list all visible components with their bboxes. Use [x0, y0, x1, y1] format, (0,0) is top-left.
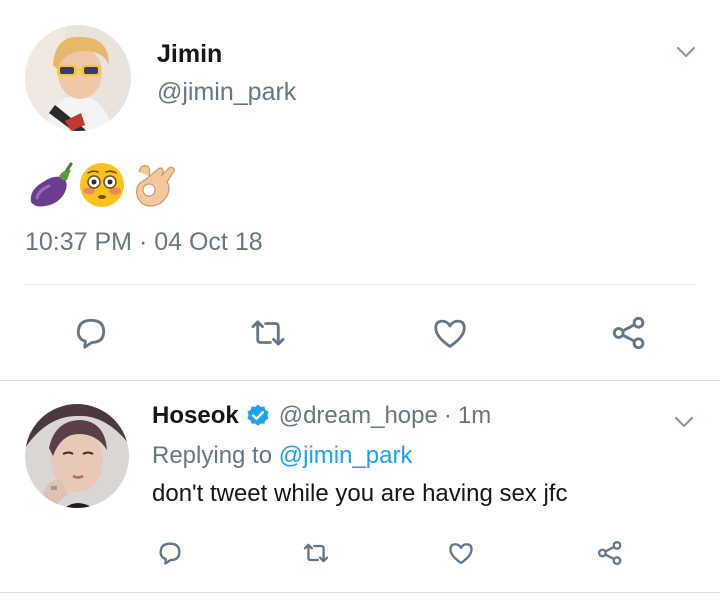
divider: [0, 380, 720, 381]
reply-header: Hoseok @dream_hope · 1m: [152, 400, 491, 432]
author-name[interactable]: Hoseok: [152, 402, 239, 430]
replying-to-mention[interactable]: @jimin_park: [279, 442, 413, 469]
chevron-down-icon[interactable]: [674, 40, 698, 64]
avatar[interactable]: [25, 404, 129, 508]
verified-badge-icon: [247, 404, 269, 426]
retweet-icon[interactable]: [301, 539, 331, 567]
heart-icon[interactable]: [430, 314, 470, 352]
reply-text: don't tweet while you are having sex jfc: [152, 480, 568, 507]
author-name[interactable]: Jimin: [157, 40, 222, 69]
divider: [0, 592, 720, 593]
tweet-timestamp[interactable]: 10:37 PM · 04 Oct 18: [25, 228, 263, 257]
tweet-body: [25, 160, 179, 210]
replying-to-label: Replying to: [152, 442, 279, 469]
speech-bubble-icon[interactable]: [156, 539, 184, 567]
flushed-face-emoji: [80, 163, 124, 207]
heart-icon[interactable]: [446, 539, 476, 567]
share-icon[interactable]: [610, 314, 648, 352]
speech-bubble-icon[interactable]: [72, 314, 110, 352]
separator: ·: [443, 402, 452, 429]
chevron-down-icon[interactable]: [672, 410, 696, 434]
divider: [25, 284, 695, 285]
share-icon[interactable]: [596, 539, 624, 567]
eggplant-emoji: [30, 162, 73, 207]
avatar[interactable]: [25, 25, 131, 131]
ok-hand-emoji: [136, 165, 175, 207]
main-tweet: Jimin @jimin_park 10:37 PM · 04 Oct 18: [0, 0, 720, 380]
author-handle[interactable]: @dream_hope: [279, 402, 438, 430]
reply-timestamp[interactable]: 1m: [458, 402, 491, 430]
author-handle[interactable]: @jimin_park: [157, 78, 296, 107]
replying-to: Replying to @jimin_park: [152, 442, 412, 470]
retweet-icon[interactable]: [248, 314, 288, 352]
